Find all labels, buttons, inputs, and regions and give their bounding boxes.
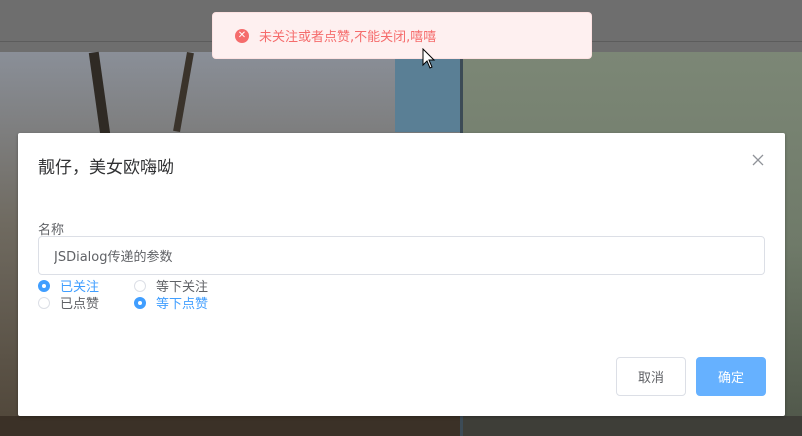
radio-label: 等下点赞 xyxy=(156,297,209,312)
background-ground xyxy=(463,416,802,436)
radio-label: 已点赞 xyxy=(60,297,100,312)
dialog: 靓仔，美女欧嗨呦 名称 已关注 等下关注 已点赞 等下点赞 取消 确定 xyxy=(18,133,785,416)
tree-trunk-shape xyxy=(88,51,112,143)
tree-trunk-shape xyxy=(173,51,194,133)
name-input[interactable] xyxy=(38,236,765,275)
cancel-button[interactable]: 取消 xyxy=(616,357,686,396)
background-ground xyxy=(0,416,462,436)
radio-unchecked-icon[interactable] xyxy=(38,296,50,309)
error-toast: ✕ 未关注或者点赞,不能关闭,嘻嘻 xyxy=(212,12,592,59)
mouse-cursor-icon xyxy=(422,48,436,69)
radio-checked-icon[interactable] xyxy=(38,279,50,292)
radio-liked[interactable]: 已点赞 xyxy=(38,293,99,312)
dialog-title: 靓仔，美女欧嗨呦 xyxy=(38,158,174,178)
close-icon[interactable] xyxy=(751,153,765,167)
radio-unchecked-icon[interactable] xyxy=(134,279,146,292)
toast-message: 未关注或者点赞,不能关闭,嘻嘻 xyxy=(259,30,437,45)
radio-checked-icon[interactable] xyxy=(134,296,146,309)
radio-like-later[interactable]: 等下点赞 xyxy=(134,293,208,312)
error-circle-icon: ✕ xyxy=(235,28,249,43)
confirm-button[interactable]: 确定 xyxy=(696,357,766,396)
